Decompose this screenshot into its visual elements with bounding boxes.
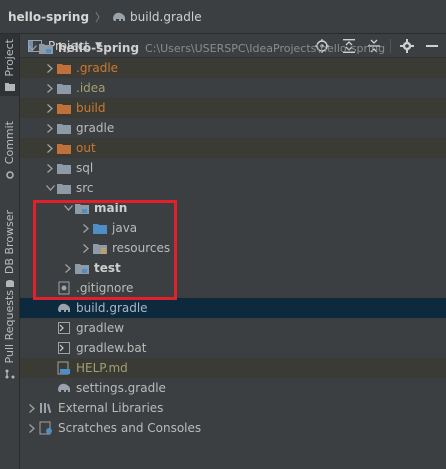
- folder-icon: [56, 80, 72, 96]
- excluded-folder-icon: [56, 140, 72, 156]
- tree-item-label: settings.gradle: [76, 381, 166, 395]
- folder-icon: [56, 160, 72, 176]
- tree-item-gradle[interactable]: gradle: [20, 118, 446, 138]
- chevron-right-icon[interactable]: [44, 122, 56, 134]
- commit-icon: [5, 169, 15, 179]
- chevron-right-icon[interactable]: [26, 402, 38, 414]
- script-file-icon: [56, 320, 72, 336]
- chevron-right-icon[interactable]: [80, 222, 92, 234]
- tree-item-label: External Libraries: [58, 401, 164, 415]
- markdown-file-icon: [56, 360, 72, 376]
- chevron-right-icon[interactable]: [80, 242, 92, 254]
- script-file-icon: [56, 340, 72, 356]
- tab-db-browser-label: DB Browser: [3, 209, 16, 275]
- chevron-right-icon[interactable]: [44, 142, 56, 154]
- chevron-right-icon[interactable]: [26, 422, 38, 434]
- tree-item-label: resources: [112, 241, 171, 255]
- scratches-icon: [38, 420, 54, 436]
- tree-item-label: .gitignore: [76, 281, 134, 295]
- breadcrumb-project[interactable]: hello-spring: [8, 10, 89, 24]
- chevron-down-icon[interactable]: [26, 42, 38, 54]
- gradle-elephant-icon: [56, 380, 72, 396]
- tree-item-gradle-cache[interactable]: .gradle: [20, 58, 446, 78]
- module-folder-icon: [74, 200, 90, 216]
- tree-item-label: build: [76, 101, 106, 115]
- gitignore-file-icon: [56, 280, 72, 296]
- tree-item-main[interactable]: main: [20, 198, 446, 218]
- tree-root[interactable]: hello-spring C:\Users\USERSPC\IdeaProjec…: [20, 38, 446, 58]
- tree-item-scratches[interactable]: Scratches and Consoles: [20, 418, 446, 438]
- gradle-elephant-icon: [112, 11, 126, 23]
- tree-item-gitignore[interactable]: .gitignore: [20, 278, 446, 298]
- tab-pull-requests[interactable]: Pull Requests: [0, 284, 19, 384]
- module-folder-icon: [74, 260, 90, 276]
- tree-item-label: main: [94, 201, 128, 215]
- project-panel: Project ▼ hello-spring C:\Users\USERSPC\…: [20, 34, 446, 469]
- tree-item-label: src: [76, 181, 94, 195]
- tree-item-gradlew-bat[interactable]: gradlew.bat: [20, 338, 446, 358]
- tree-item-resources[interactable]: resources: [20, 238, 446, 258]
- folder-icon: [4, 81, 15, 91]
- tree-item-out[interactable]: out: [20, 138, 446, 158]
- tree-item-label: java: [112, 221, 138, 235]
- tree-item-label: test: [94, 261, 121, 275]
- chevron-down-icon[interactable]: [44, 182, 56, 194]
- tree-item-label: .gradle: [76, 61, 119, 75]
- chevron-down-icon[interactable]: [62, 202, 74, 214]
- tab-commit-label: Commit: [3, 121, 16, 165]
- gradle-elephant-icon: [56, 300, 72, 316]
- tree-item-gradlew[interactable]: gradlew: [20, 318, 446, 338]
- tree-root-path: C:\Users\USERSPC\IdeaProjects\hello-spri…: [145, 41, 386, 55]
- tab-project[interactable]: Project: [0, 34, 19, 96]
- tree-item-src[interactable]: src: [20, 178, 446, 198]
- tree-item-label: sql: [76, 161, 94, 175]
- left-tool-strip: Project Commit DB Browser Pull Requests: [0, 34, 20, 469]
- excluded-folder-icon: [56, 60, 72, 76]
- tree-item-java[interactable]: java: [20, 218, 446, 238]
- tree-item-settings-gradle[interactable]: settings.gradle: [20, 378, 446, 398]
- tree-item-test[interactable]: test: [20, 258, 446, 278]
- source-folder-icon: [92, 220, 108, 236]
- library-icon: [38, 400, 54, 416]
- tree-item-label: build.gradle: [76, 301, 148, 315]
- tree-item-idea[interactable]: .idea: [20, 78, 446, 98]
- chevron-right-icon[interactable]: [62, 262, 74, 274]
- breadcrumb-separator: 〉: [95, 10, 107, 24]
- excluded-folder-icon: [56, 100, 72, 116]
- chevron-right-icon[interactable]: [44, 162, 56, 174]
- tree-item-build-gradle[interactable]: build.gradle: [20, 298, 446, 318]
- tree-item-label: HELP.md: [76, 361, 128, 375]
- chevron-right-icon[interactable]: [44, 82, 56, 94]
- tree-item-label: .idea: [76, 81, 106, 95]
- chevron-right-icon[interactable]: [44, 62, 56, 74]
- tree-item-label: gradlew: [76, 321, 125, 335]
- tree-item-label: Scratches and Consoles: [58, 421, 202, 435]
- tab-commit[interactable]: Commit: [0, 110, 19, 190]
- chevron-right-icon[interactable]: [44, 102, 56, 114]
- tree-item-external-libraries[interactable]: External Libraries: [20, 398, 446, 418]
- resources-folder-icon: [92, 240, 108, 256]
- tree-item-build[interactable]: build: [20, 98, 446, 118]
- folder-icon: [56, 180, 72, 196]
- breadcrumb: hello-spring 〉 build.gradle: [0, 0, 446, 34]
- module-folder-icon: [38, 40, 54, 56]
- tree-item-sql[interactable]: sql: [20, 158, 446, 178]
- tree-root-label: hello-spring: [58, 41, 140, 55]
- tree-item-help-md[interactable]: HELP.md: [20, 358, 446, 378]
- folder-icon: [56, 120, 72, 136]
- pull-request-icon: [5, 368, 15, 379]
- tree-item-label: out: [76, 141, 96, 155]
- tab-project-label: Project: [3, 39, 16, 77]
- tree-item-label: gradle: [76, 121, 115, 135]
- breadcrumb-file[interactable]: build.gradle: [130, 10, 202, 24]
- tree-item-label: gradlew.bat: [76, 341, 147, 355]
- tab-pull-requests-label: Pull Requests: [3, 290, 16, 364]
